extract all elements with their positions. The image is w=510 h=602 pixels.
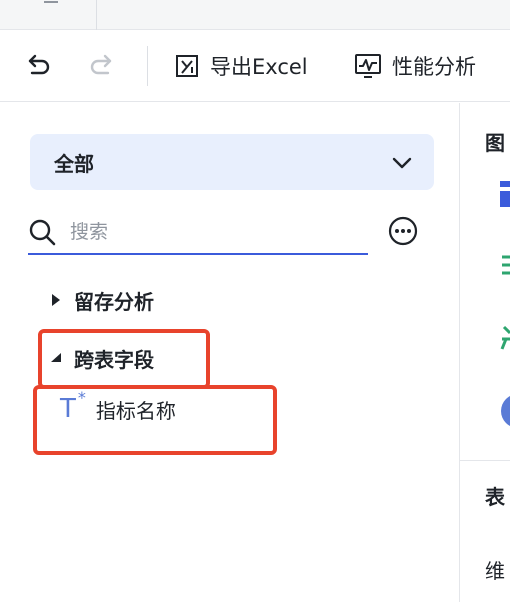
toolbar: 导出Excel 性能分析 bbox=[0, 30, 510, 102]
performance-analysis-button[interactable]: 性能分析 bbox=[354, 46, 476, 86]
export-excel-icon bbox=[176, 55, 198, 77]
chart-type-icon[interactable] bbox=[500, 393, 510, 429]
section-divider bbox=[460, 460, 510, 461]
dimension-label: 维 bbox=[485, 559, 505, 583]
undo-button[interactable] bbox=[24, 46, 56, 86]
tree-folder-label: 留存分析 bbox=[74, 289, 154, 314]
undo-icon bbox=[28, 54, 50, 75]
performance-analysis-label: 性能分析 bbox=[392, 55, 476, 79]
chart-type-icon[interactable] bbox=[500, 325, 510, 353]
redo-button[interactable] bbox=[86, 46, 118, 86]
chevron-down-icon bbox=[392, 157, 412, 169]
chart-type-icon[interactable] bbox=[500, 253, 510, 279]
performance-chart-icon bbox=[355, 54, 381, 78]
more-options-icon[interactable] bbox=[388, 216, 418, 246]
category-dropdown-value: 全部 bbox=[54, 151, 94, 176]
search-box bbox=[28, 211, 368, 255]
tab-indicator bbox=[44, 1, 58, 3]
chart-section-heading: 图 bbox=[485, 131, 505, 155]
annotation-highlight-box bbox=[38, 329, 210, 389]
tree-folder-retention[interactable]: 留存分析 bbox=[50, 285, 154, 315]
tab-divider bbox=[96, 0, 97, 30]
search-input[interactable] bbox=[70, 221, 330, 243]
caret-right-icon bbox=[52, 294, 60, 306]
table-section-heading: 表 bbox=[485, 485, 505, 509]
chart-type-icon[interactable] bbox=[500, 181, 510, 207]
field-panel: 全部 留存分析 跨表字段 T* 指标名称 bbox=[0, 103, 460, 602]
redo-icon bbox=[90, 54, 112, 75]
config-panel: 图 表 维 bbox=[460, 103, 510, 602]
annotation-highlight-box bbox=[33, 385, 277, 455]
category-dropdown[interactable]: 全部 bbox=[30, 134, 434, 190]
toolbar-divider bbox=[147, 46, 148, 86]
tab-strip bbox=[0, 0, 510, 30]
search-icon bbox=[29, 219, 56, 246]
export-excel-button[interactable]: 导出Excel bbox=[174, 46, 308, 86]
export-excel-label: 导出Excel bbox=[210, 55, 308, 79]
